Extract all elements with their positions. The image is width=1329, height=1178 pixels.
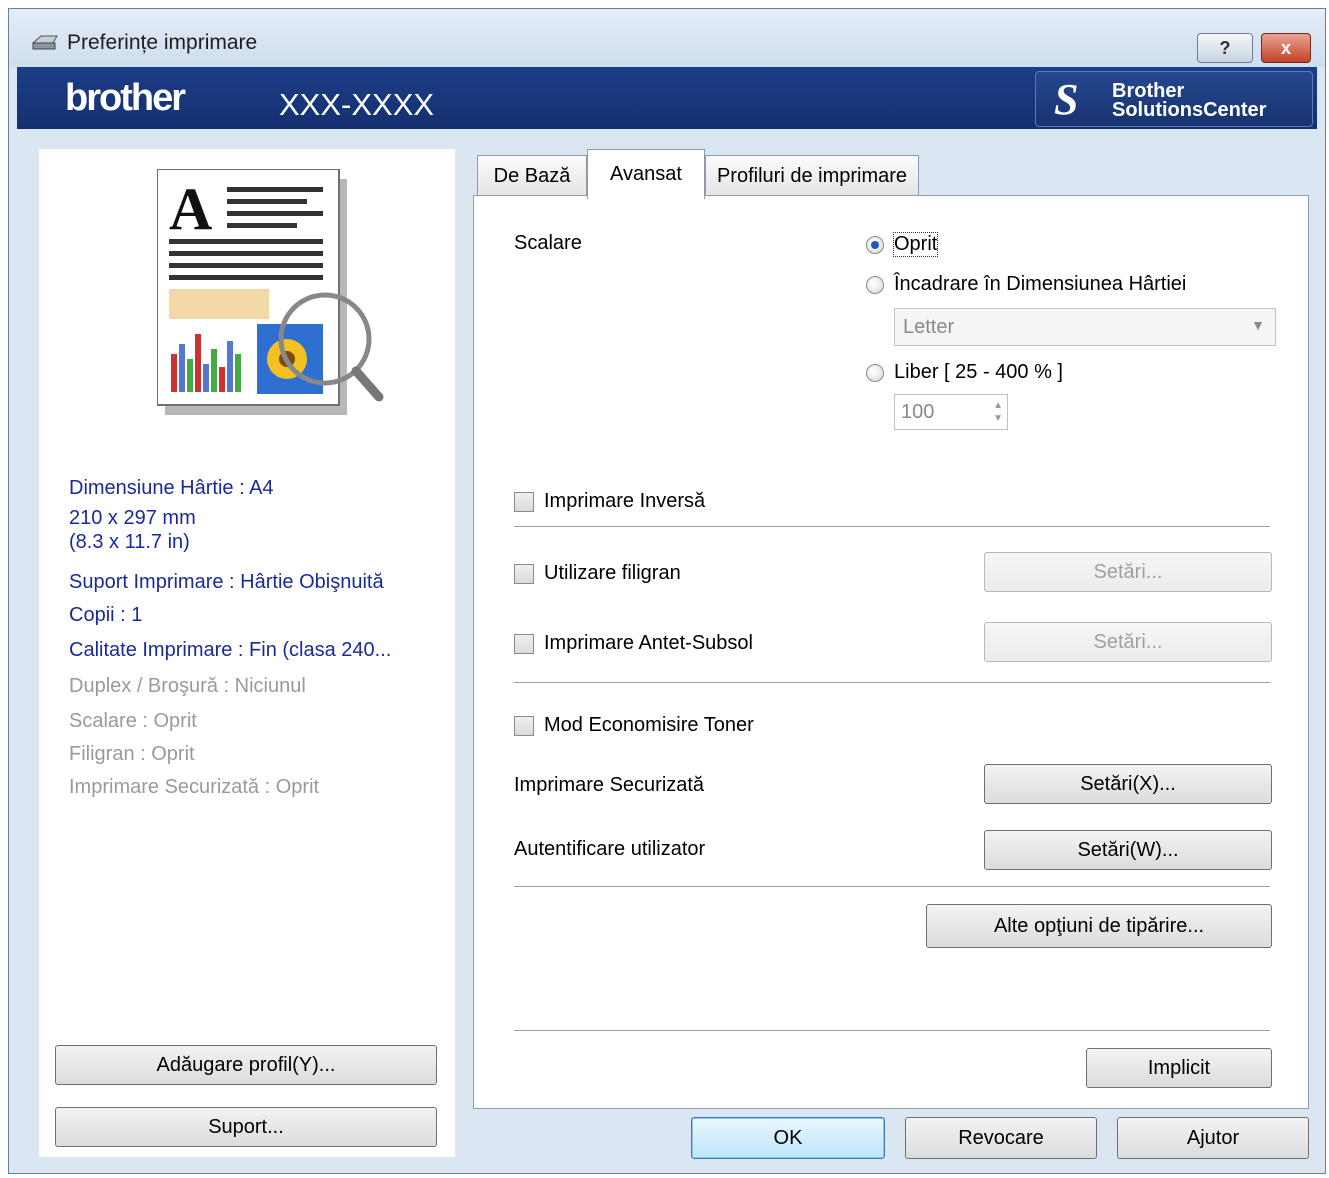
tab-basic[interactable]: De Bază xyxy=(477,155,587,197)
summary-media: Suport Imprimare : Hârtie Obişnuită xyxy=(69,571,384,593)
header-footer-settings-button[interactable]: Setări... xyxy=(984,622,1272,662)
summary-secure-print: Imprimare Securizată : Oprit xyxy=(69,776,320,798)
secure-print-label: Imprimare Securizată xyxy=(514,774,705,796)
summary-paper-in: (8.3 x 11.7 in) xyxy=(69,531,190,553)
summary-quality: Calitate Imprimare : Fin (clasa 240... xyxy=(69,639,392,661)
advanced-tab-panel: Scalare Oprit Încadrare în Dimensiunea H… xyxy=(473,195,1309,1109)
separator xyxy=(514,1030,1270,1031)
header-footer-checkbox[interactable] xyxy=(514,634,534,654)
scaling-fit-radio[interactable] xyxy=(866,276,884,294)
brand-banner: brother XXX-XXXX S Brother SolutionsCent… xyxy=(17,67,1317,129)
help-button[interactable]: Ajutor xyxy=(1117,1117,1309,1159)
scaling-off-radio[interactable] xyxy=(866,236,884,254)
scaling-off-label[interactable]: Oprit xyxy=(892,232,939,257)
spin-arrows-icon: ▲ ▼ xyxy=(993,400,1003,424)
tab-print-profiles[interactable]: Profiluri de imprimare xyxy=(705,155,919,197)
chevron-down-icon: ▼ xyxy=(1251,317,1265,333)
user-auth-settings-button[interactable]: Setări(W)... xyxy=(984,830,1272,870)
watermark-settings-button[interactable]: Setări... xyxy=(984,552,1272,592)
support-button[interactable]: Suport... xyxy=(55,1107,437,1147)
window-title: Preferințe imprimare xyxy=(67,31,258,54)
help-title-button[interactable]: ? xyxy=(1197,33,1253,63)
document-preview-icon: A xyxy=(157,169,384,415)
reverse-print-checkbox[interactable] xyxy=(514,492,534,512)
summary-watermark: Filigran : Oprit xyxy=(69,743,195,765)
solutions-center-button[interactable]: S Brother SolutionsCenter xyxy=(1035,71,1313,127)
separator xyxy=(514,682,1270,683)
printer-model: XXX-XXXX xyxy=(279,87,435,122)
scaling-free-radio[interactable] xyxy=(866,364,884,382)
scaling-percent-spinner[interactable]: 100 ▲ ▼ xyxy=(894,394,1008,430)
preview-panel: A Dimensiune Hârtie : A4 210 x 297 mm (8… xyxy=(39,149,455,1157)
other-print-options-button[interactable]: Alte opţiuni de tipărire... xyxy=(926,904,1272,948)
toner-save-checkbox[interactable] xyxy=(514,716,534,736)
printer-icon xyxy=(31,35,58,50)
reverse-print-label[interactable]: Imprimare Inversă xyxy=(544,490,705,513)
default-button[interactable]: Implicit xyxy=(1086,1048,1272,1088)
summary-duplex: Duplex / Broşură : Niciunul xyxy=(69,675,306,697)
svg-text:A: A xyxy=(169,176,212,242)
ok-button[interactable]: OK xyxy=(691,1117,885,1159)
summary-scaling: Scalare : Oprit xyxy=(69,710,197,732)
user-auth-label: Autentificare utilizator xyxy=(514,838,706,860)
solutions-center-icon: S xyxy=(1054,75,1079,124)
watermark-checkbox[interactable] xyxy=(514,564,534,584)
separator xyxy=(514,886,1270,887)
scaling-fit-label[interactable]: Încadrare în Dimensiunea Hârtiei xyxy=(894,273,1186,296)
add-profile-button[interactable]: Adăugare profil(Y)... xyxy=(55,1045,437,1085)
toner-save-label[interactable]: Mod Economisire Toner xyxy=(544,714,754,737)
scaling-free-label[interactable]: Liber [ 25 - 400 % ] xyxy=(894,361,1063,384)
summary-copies: Copii : 1 xyxy=(69,604,143,626)
solutions-center-label: Brother SolutionsCenter xyxy=(1112,80,1267,121)
close-button[interactable]: x xyxy=(1261,33,1311,63)
header-footer-label[interactable]: Imprimare Antet-Subsol xyxy=(544,632,753,655)
printing-preferences-window: Preferințe imprimare ? x brother XXX-XXX… xyxy=(8,8,1326,1174)
tab-advanced[interactable]: Avansat xyxy=(587,149,705,199)
fit-paper-size-select[interactable]: Letter ▼ xyxy=(894,308,1276,346)
watermark-label[interactable]: Utilizare filigran xyxy=(544,562,681,585)
title-bar: Preferințe imprimare ? x xyxy=(9,9,1325,67)
summary-paper-mm: 210 x 297 mm xyxy=(69,507,196,529)
summary-paper-size: Dimensiune Hârtie : A4 xyxy=(69,477,274,499)
brother-logo: brother xyxy=(65,77,186,119)
cancel-button[interactable]: Revocare xyxy=(905,1117,1097,1159)
scaling-label: Scalare xyxy=(514,232,582,254)
secure-print-settings-button[interactable]: Setări(X)... xyxy=(984,764,1272,804)
separator xyxy=(514,526,1270,527)
